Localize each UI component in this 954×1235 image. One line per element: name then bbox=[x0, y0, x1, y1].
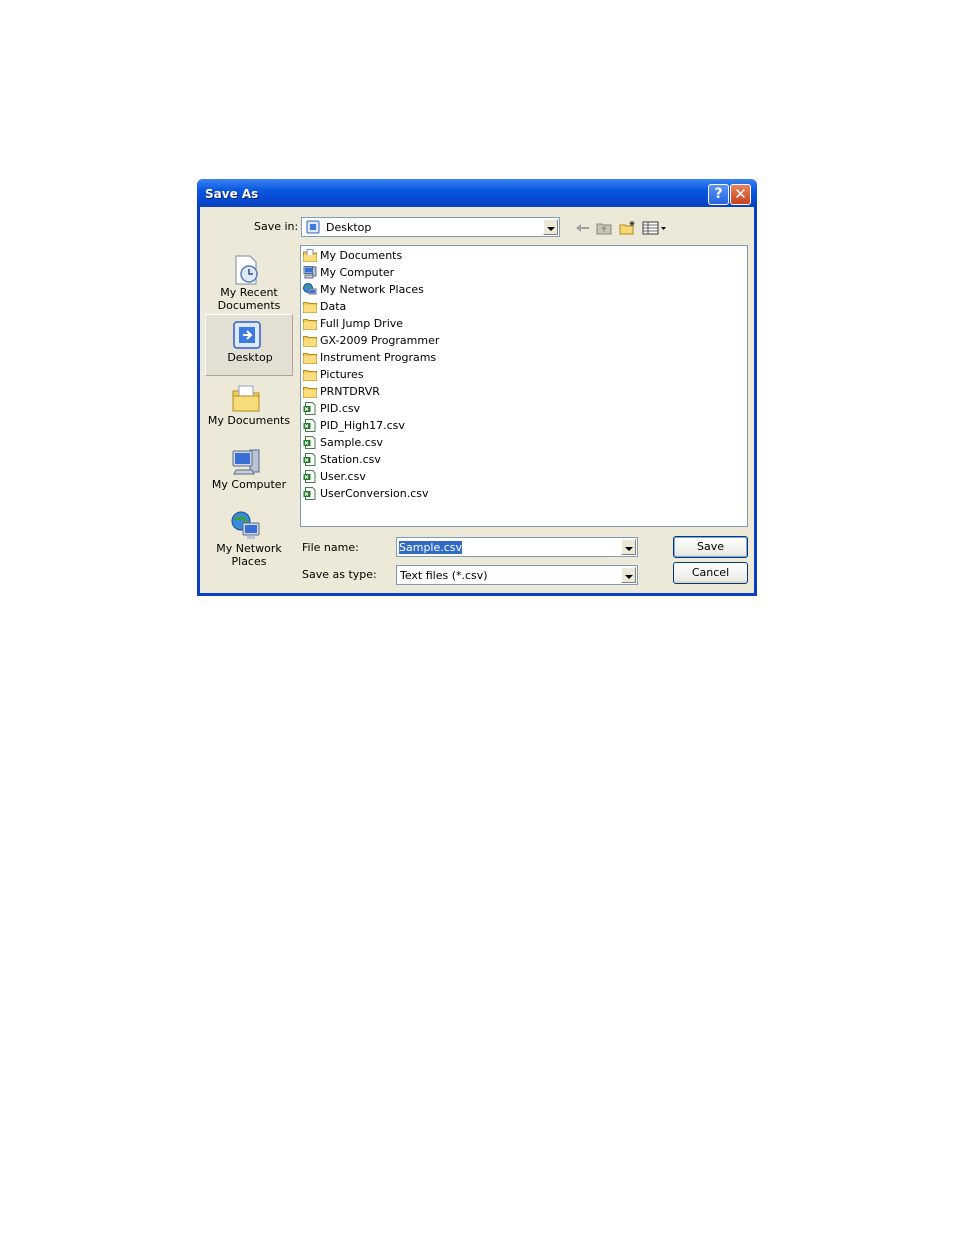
list-item[interactable]: Pictures bbox=[303, 367, 364, 383]
list-item[interactable]: PID_High17.csv bbox=[303, 418, 405, 434]
chevron-down-icon[interactable] bbox=[543, 219, 558, 235]
save-as-dialog: Save As ? ✕ Save in: Desktop My Recent D… bbox=[197, 179, 757, 596]
list-item-label: My Documents bbox=[320, 249, 403, 262]
chevron-down-icon[interactable] bbox=[621, 539, 636, 555]
list-item[interactable]: PRNTDRVR bbox=[303, 384, 380, 400]
list-item[interactable]: Instrument Programs bbox=[303, 350, 436, 366]
save-as-type-value: Text files (*.csv) bbox=[400, 569, 488, 582]
list-item[interactable]: Station.csv bbox=[303, 452, 381, 468]
views-menu-icon[interactable] bbox=[642, 220, 668, 236]
dialog-client: Save in: Desktop My Recent Documents Des… bbox=[200, 207, 754, 593]
place-label: Desktop bbox=[227, 351, 273, 364]
save-as-type-dropdown[interactable]: Text files (*.csv) bbox=[396, 565, 638, 585]
computer-icon bbox=[303, 265, 317, 278]
up-folder-icon[interactable] bbox=[596, 220, 614, 236]
back-icon[interactable] bbox=[574, 220, 592, 236]
list-item-label: PRNTDRVR bbox=[320, 385, 380, 398]
csv-file-icon bbox=[303, 418, 316, 432]
places-bar: My Recent Documents Desktop My Documents bbox=[205, 250, 293, 580]
csv-file-icon bbox=[303, 452, 316, 466]
file-name-label: File name: bbox=[302, 541, 359, 554]
title-bar[interactable]: Save As ? ✕ bbox=[197, 179, 757, 207]
save-in-value: Desktop bbox=[326, 221, 372, 234]
save-as-type-label: Save as type: bbox=[302, 568, 377, 581]
list-item-label: PID.csv bbox=[320, 402, 361, 415]
csv-file-icon bbox=[303, 486, 316, 500]
file-name-value: Sample.csv bbox=[399, 541, 463, 554]
new-folder-icon[interactable] bbox=[619, 220, 637, 236]
folder-icon bbox=[303, 369, 317, 381]
dialog-title: Save As bbox=[205, 187, 259, 201]
list-item[interactable]: My Documents bbox=[303, 248, 402, 264]
place-label: My Recent Documents bbox=[217, 286, 281, 312]
list-item-label: PID_High17.csv bbox=[320, 419, 405, 432]
list-item[interactable]: UserConversion.csv bbox=[303, 486, 429, 502]
list-item-label: User.csv bbox=[320, 470, 366, 483]
list-item[interactable]: Data bbox=[303, 299, 346, 315]
list-item[interactable]: My Network Places bbox=[303, 282, 424, 298]
place-label: My Network Places bbox=[216, 542, 282, 568]
list-item-label: Station.csv bbox=[320, 453, 381, 466]
place-my-documents[interactable]: My Documents bbox=[205, 378, 293, 440]
list-item-label: Data bbox=[320, 300, 347, 313]
mydocs-icon bbox=[303, 248, 317, 262]
list-item-label: My Network Places bbox=[320, 283, 424, 296]
list-item-label: Pictures bbox=[320, 368, 364, 381]
file-name-input[interactable]: Sample.csv bbox=[396, 537, 638, 557]
list-item-label: Sample.csv bbox=[320, 436, 384, 449]
my-documents-icon bbox=[232, 385, 260, 412]
list-item[interactable]: My Computer bbox=[303, 265, 394, 281]
list-item-label: Full Jump Drive bbox=[320, 317, 404, 330]
folder-icon bbox=[303, 386, 317, 398]
list-item[interactable]: PID.csv bbox=[303, 401, 360, 417]
list-item[interactable]: Full Jump Drive bbox=[303, 316, 403, 332]
folder-icon bbox=[303, 318, 317, 330]
list-item[interactable]: GX-2009 Programmer bbox=[303, 333, 439, 349]
place-label: My Computer bbox=[211, 478, 287, 491]
csv-file-icon bbox=[303, 435, 316, 449]
save-button[interactable]: Save bbox=[673, 536, 748, 558]
list-item-label: Instrument Programs bbox=[320, 351, 437, 364]
desktop-icon bbox=[306, 220, 320, 234]
folder-icon bbox=[303, 301, 317, 313]
csv-file-icon bbox=[303, 469, 316, 483]
place-label: My Documents bbox=[207, 414, 291, 427]
list-item-label: GX-2009 Programmer bbox=[320, 334, 440, 347]
save-in-dropdown[interactable]: Desktop bbox=[301, 217, 560, 237]
recent-documents-icon bbox=[235, 255, 258, 285]
folder-icon bbox=[303, 352, 317, 364]
cancel-button[interactable]: Cancel bbox=[673, 562, 748, 584]
place-desktop[interactable]: Desktop bbox=[205, 314, 293, 376]
chevron-down-icon[interactable] bbox=[621, 567, 636, 583]
network-icon bbox=[303, 282, 317, 294]
my-computer-icon bbox=[232, 449, 260, 475]
place-my-computer[interactable]: My Computer bbox=[205, 442, 293, 504]
list-item[interactable]: Sample.csv bbox=[303, 435, 383, 451]
place-my-network-places[interactable]: My Network Places bbox=[205, 506, 293, 568]
list-item[interactable]: User.csv bbox=[303, 469, 366, 485]
place-my-recent-documents[interactable]: My Recent Documents bbox=[205, 250, 293, 312]
save-in-label: Save in: bbox=[254, 220, 299, 233]
csv-file-icon bbox=[303, 401, 316, 415]
file-list[interactable]: My Documents My Computer My Network Places… bbox=[300, 245, 748, 527]
close-button[interactable]: ✕ bbox=[730, 184, 751, 205]
help-button[interactable]: ? bbox=[708, 184, 729, 205]
list-item-label: UserConversion.csv bbox=[320, 487, 429, 500]
network-places-icon bbox=[231, 511, 260, 539]
list-item-label: My Computer bbox=[320, 266, 395, 279]
desktop-icon bbox=[233, 321, 261, 349]
folder-icon bbox=[303, 335, 317, 347]
